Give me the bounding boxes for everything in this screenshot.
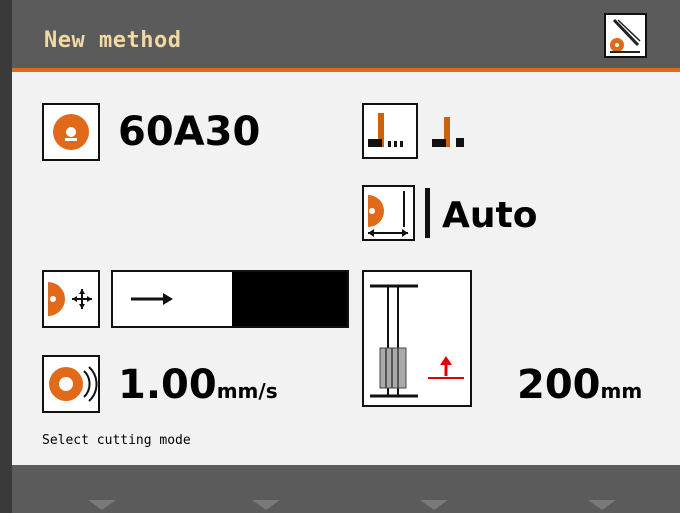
page-title: New method xyxy=(44,28,182,53)
cut-length-value[interactable]: 200mm xyxy=(517,365,642,405)
header-accent-line xyxy=(12,68,680,72)
arrow-right-icon xyxy=(131,293,173,305)
cut-length-icon-box[interactable] xyxy=(362,270,472,407)
status-message: Select cutting mode xyxy=(42,433,191,448)
feed-speed-number: 1.00 xyxy=(118,362,217,408)
feed-mode-icon-box[interactable] xyxy=(362,185,415,241)
header-bar: New method xyxy=(12,0,680,68)
cutting-mode-icon xyxy=(48,282,92,316)
softkey-3-arrow-icon[interactable] xyxy=(420,500,448,510)
feed-type-icons[interactable] xyxy=(362,103,482,159)
cutting-mode-fill xyxy=(232,272,347,326)
machine-screen: New method 60A30 Auto 1.00mm/s 200mm Sel… xyxy=(12,0,680,513)
feed-speed-value[interactable]: 1.00mm/s xyxy=(118,365,278,405)
feed-speed-icon-box[interactable] xyxy=(42,355,100,413)
softkey-2-arrow-icon[interactable] xyxy=(252,500,280,510)
cutting-mode-icon-box[interactable] xyxy=(42,270,100,328)
cutting-mode-selector[interactable] xyxy=(111,270,349,328)
feed-mode-value[interactable]: Auto xyxy=(442,198,537,234)
feed-speed-icon xyxy=(49,366,98,402)
cut-length-unit: mm xyxy=(600,379,643,403)
cut-length-number: 200 xyxy=(517,362,601,408)
wheel-icon-box[interactable] xyxy=(42,103,100,161)
edit-method-icon[interactable] xyxy=(604,13,647,58)
cut-length-icon xyxy=(370,284,464,398)
feed-mode-separator xyxy=(425,188,430,238)
softkey-4-arrow-icon[interactable] xyxy=(588,500,616,510)
wheel-value[interactable]: 60A30 xyxy=(118,112,260,152)
wheel-travel-icon xyxy=(368,191,408,237)
softkey-1-arrow-icon[interactable] xyxy=(88,500,116,510)
cutoff-wheel-icon xyxy=(53,114,89,150)
feed-speed-unit: mm/s xyxy=(216,379,278,403)
